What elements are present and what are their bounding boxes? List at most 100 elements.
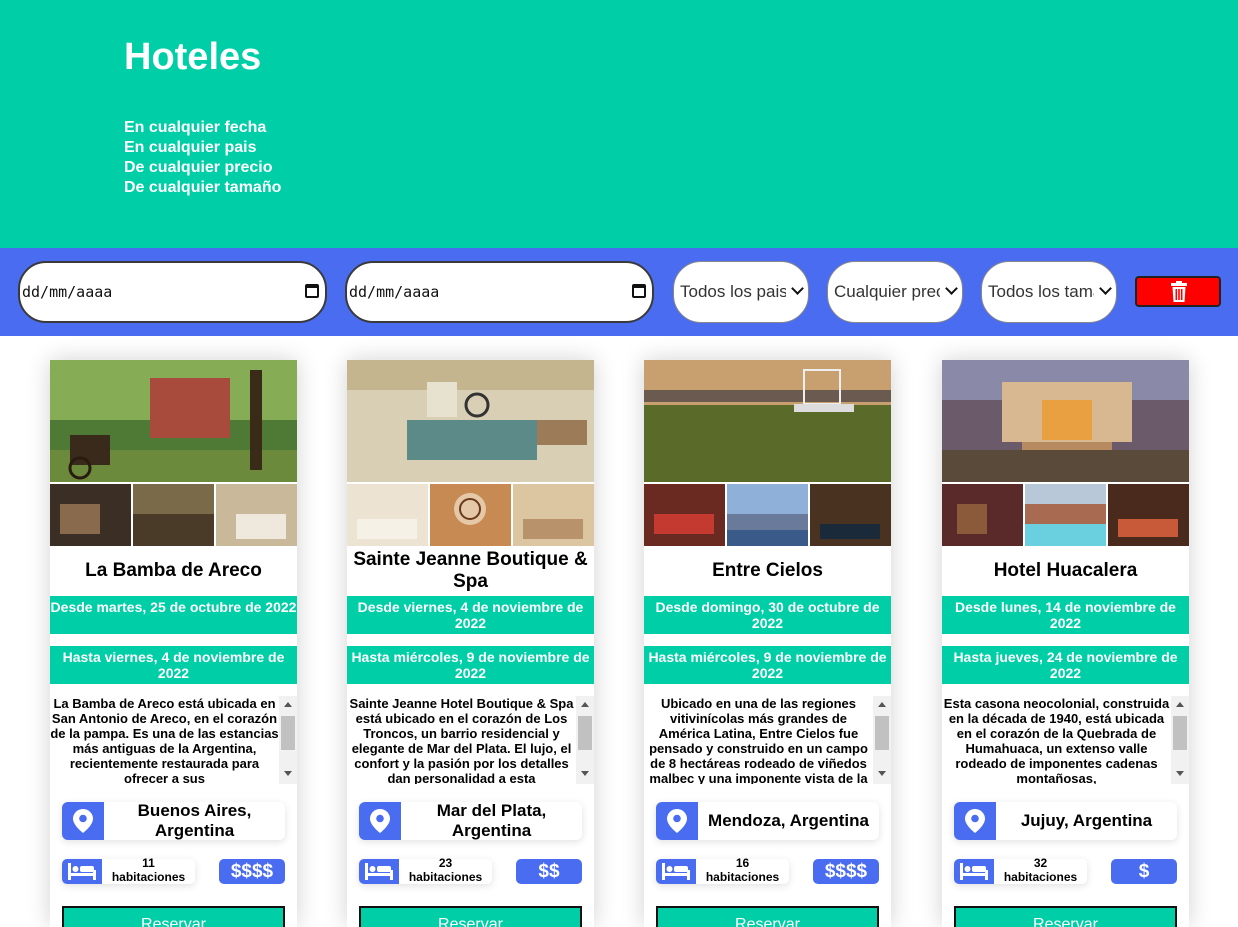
scrollbar[interactable] (873, 696, 891, 784)
reserve-button[interactable]: Reservar (954, 906, 1177, 927)
rooms-box: 32 habitaciones (954, 856, 1087, 884)
scroll-down-icon[interactable] (284, 771, 292, 776)
hotel-description: Esta casona neocolonial, construida en l… (943, 696, 1170, 784)
hotel-thumb-photo (727, 484, 808, 546)
reserve-button[interactable]: Reservar (62, 906, 285, 927)
price-select-value: Cualquier precio (834, 282, 940, 301)
hotel-main-photo (347, 360, 594, 482)
price-badge: $$ (516, 859, 582, 884)
rooms-label: habitaciones (408, 870, 483, 884)
date-to-band: Hasta jueves, 24 de noviembre de 2022 (942, 646, 1189, 684)
hotel-thumb-photo (133, 484, 214, 546)
date-from-band: Desde martes, 25 de octubre de 2022 (50, 596, 297, 634)
hotel-card: Hotel Huacalera Desde lunes, 14 de novie… (942, 360, 1189, 927)
chevron-down-icon (1099, 282, 1112, 295)
location-pin-icon (667, 809, 687, 833)
hotel-thumb-photo (513, 484, 594, 546)
date-from-input[interactable]: dd/mm/aaaa (18, 261, 327, 323)
price-badge: $ (1111, 859, 1177, 884)
scroll-up-icon[interactable] (878, 702, 886, 707)
location-pin-icon-bg (656, 802, 698, 840)
hotel-name: Entre Cielos (712, 560, 823, 581)
hotel-description: Ubicado en una de las regiones vitiviníc… (649, 696, 868, 784)
rooms-count: 32 (1033, 856, 1048, 870)
location-box: Buenos Aires, Argentina (62, 801, 285, 840)
hotel-card: Sainte Jeanne Boutique & Spa Desde viern… (347, 360, 594, 927)
calendar-icon[interactable] (632, 284, 646, 298)
date-from-value: dd/mm/aaaa (22, 283, 113, 301)
hotel-description-box[interactable]: Ubicado en una de las regiones vitiviníc… (644, 696, 891, 784)
hotel-description: La Bamba de Areco está ubicada en San An… (50, 696, 279, 784)
scrollbar[interactable] (279, 696, 297, 784)
hero-banner: Hoteles En cualquier fecha En cualquier … (0, 0, 1238, 248)
hotel-card: Entre Cielos Desde domingo, 30 de octubr… (644, 360, 891, 927)
scrollbar[interactable] (1171, 696, 1189, 784)
bed-icon (960, 863, 988, 880)
rooms-box: 16 habitaciones (656, 856, 789, 884)
price-select[interactable]: Cualquier precio (827, 261, 963, 323)
size-select[interactable]: Todos los tamaños (981, 261, 1117, 323)
date-to-input[interactable]: dd/mm/aaaa (345, 261, 654, 323)
rooms-count: 16 (735, 856, 750, 870)
rooms-box: 23 habitaciones (359, 856, 492, 884)
page-title: Hoteles (124, 36, 262, 78)
hotel-thumb-photo (347, 484, 428, 546)
scroll-up-icon[interactable] (581, 702, 589, 707)
hotel-name: Sainte Jeanne Boutique & Spa (353, 549, 588, 592)
rooms-label: habitaciones (705, 870, 780, 884)
rooms-count: 11 (142, 856, 155, 870)
reserve-button[interactable]: Reservar (359, 906, 582, 927)
bed-icon-bg (62, 859, 102, 884)
hotel-description-box[interactable]: Sainte Jeanne Hotel Boutique & Spa está … (347, 696, 594, 784)
location-pin-icon-bg (359, 802, 401, 840)
scrollbar-thumb[interactable] (578, 716, 592, 750)
location-box: Mendoza, Argentina (656, 802, 879, 840)
location-pin-icon (965, 809, 985, 833)
date-to-band: Hasta miércoles, 9 de noviembre de 2022 (644, 646, 891, 684)
scrollbar-thumb[interactable] (875, 716, 889, 750)
hotel-description-box[interactable]: Esta casona neocolonial, construida en l… (942, 696, 1189, 784)
tagline: En cualquier fecha (124, 119, 267, 136)
country-select-value: Todos los paises (680, 282, 786, 301)
hotel-card: La Bamba de Areco Desde martes, 25 de oc… (50, 360, 297, 927)
hotel-main-photo (50, 360, 297, 482)
location-pin-icon-bg (954, 802, 996, 840)
location-pin-icon (370, 809, 390, 833)
chevron-down-icon (945, 282, 958, 295)
scrollbar-thumb[interactable] (281, 716, 295, 750)
hotel-main-photo (942, 360, 1189, 482)
date-to-band: Hasta miércoles, 9 de noviembre de 2022 (347, 646, 594, 684)
location-pin-icon (73, 809, 93, 833)
date-to-band: Hasta viernes, 4 de noviembre de 2022 (50, 646, 297, 684)
calendar-icon[interactable] (305, 284, 319, 298)
hero-taglines: En cualquier fecha En cualquier pais De … (124, 118, 281, 198)
reserve-button[interactable]: Reservar (656, 906, 879, 927)
scrollbar-thumb[interactable] (1173, 716, 1187, 750)
tagline: De cualquier tamaño (124, 179, 282, 196)
hotel-location: Jujuy, Argentina (1020, 811, 1153, 830)
bed-icon-bg (656, 859, 696, 884)
filter-bar: dd/mm/aaaa dd/mm/aaaa Todos los paises C… (0, 248, 1238, 336)
location-pin-icon-bg (62, 802, 104, 840)
scroll-down-icon[interactable] (878, 771, 886, 776)
hotel-description-box[interactable]: La Bamba de Areco está ubicada en San An… (50, 696, 297, 784)
bed-icon-bg (954, 859, 994, 884)
scroll-up-icon[interactable] (284, 702, 292, 707)
hotel-description: Sainte Jeanne Hotel Boutique & Spa está … (349, 696, 574, 784)
rooms-label: habitaciones (111, 870, 186, 884)
price-badge: $$$$ (813, 859, 879, 884)
scroll-up-icon[interactable] (1176, 702, 1184, 707)
location-box: Mar del Plata, Argentina (359, 801, 582, 840)
tagline: En cualquier pais (124, 139, 257, 156)
scroll-down-icon[interactable] (1176, 771, 1184, 776)
hotel-location: Buenos Aires, Argentina (137, 801, 252, 840)
size-select-value: Todos los tamaños (988, 282, 1094, 301)
clear-filters-button[interactable] (1135, 276, 1221, 307)
scrollbar[interactable] (576, 696, 594, 784)
hotel-thumb-photo (644, 484, 725, 546)
bed-icon (662, 863, 690, 880)
country-select[interactable]: Todos los paises (673, 261, 809, 323)
hotel-location: Mendoza, Argentina (708, 811, 869, 830)
scroll-down-icon[interactable] (581, 771, 589, 776)
hotel-location: Mar del Plata, Argentina (436, 801, 547, 840)
